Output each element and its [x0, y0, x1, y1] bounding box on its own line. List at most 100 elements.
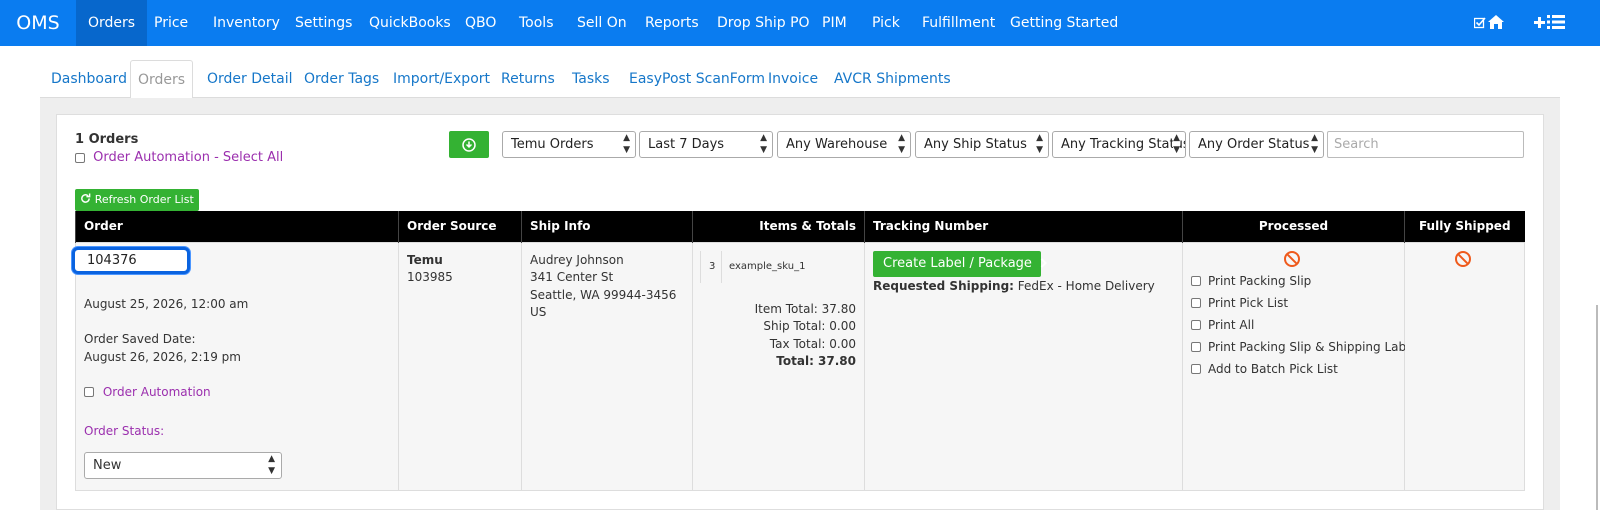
- tracking-status-filter-select[interactable]: Any Tracking Status ▲ ▼: [1052, 131, 1186, 158]
- tab-order-tags[interactable]: Order Tags: [304, 60, 379, 98]
- tab-tasks[interactable]: Tasks: [572, 60, 610, 98]
- order-saved-label: Order Saved Date:: [84, 331, 196, 346]
- tab-import-export[interactable]: Import/Export: [393, 60, 490, 98]
- column-header-items-totals: Items & Totals: [692, 211, 865, 242]
- date-filter-value: Last 7 Days: [648, 137, 725, 152]
- print-packing-slip-label: Print Packing Slip: [1208, 273, 1312, 288]
- tab-easypost-scanform[interactable]: EasyPost ScanForm: [629, 60, 765, 98]
- items-totals-cell: 3 example_sku_1 Item Total: 37.80 Ship T…: [692, 241, 865, 491]
- select-all-label[interactable]: Order Automation - Select All: [93, 150, 283, 165]
- tab-invoice[interactable]: Invoice: [768, 60, 818, 98]
- plus-icon[interactable]: [1534, 0, 1545, 46]
- column-header-ship-info: Ship Info: [521, 211, 693, 242]
- print-all-checkbox[interactable]: [1191, 320, 1201, 330]
- print-slip-and-label-checkbox[interactable]: [1191, 342, 1201, 352]
- processed-cell: Print Packing Slip Print Pick List Print…: [1182, 241, 1417, 491]
- chevron-updown-icon: ▲ ▼: [760, 133, 767, 155]
- sub-tabs: Dashboard Orders Order Detail Order Tags…: [40, 60, 1560, 99]
- download-button[interactable]: [449, 131, 489, 158]
- top-navbar: OMS Orders Price Inventory Settings Quic…: [0, 0, 1600, 46]
- requested-shipping-value: FedEx - Home Delivery: [1017, 278, 1155, 293]
- tab-dashboard[interactable]: Dashboard: [51, 60, 127, 98]
- item-sku: example_sku_1: [729, 260, 806, 272]
- print-slip-and-label-option[interactable]: Print Packing Slip & Shipping Label: [1191, 340, 1417, 354]
- nav-tools[interactable]: Tools: [519, 0, 554, 46]
- nav-price[interactable]: Price: [154, 0, 188, 46]
- check-square-icon[interactable]: [1473, 0, 1486, 46]
- nav-reports[interactable]: Reports: [645, 0, 699, 46]
- brand-logo[interactable]: OMS: [0, 0, 76, 46]
- nav-inventory[interactable]: Inventory: [213, 0, 280, 46]
- ship-info-cell: Audrey Johnson 341 Center St Seattle, WA…: [521, 241, 693, 491]
- nav-getting-started[interactable]: Getting Started: [1010, 0, 1118, 46]
- tracking-cell: Create Label / Package Requested Shippin…: [864, 241, 1183, 491]
- nav-pick[interactable]: Pick: [872, 0, 900, 46]
- search-input[interactable]: Search: [1327, 131, 1524, 158]
- nav-sell-on[interactable]: Sell On: [577, 0, 627, 46]
- add-to-batch-pick-list-label: Add to Batch Pick List: [1208, 361, 1338, 376]
- chevron-updown-icon: ▲ ▼: [1036, 133, 1043, 155]
- chevron-updown-icon: ▲ ▼: [1173, 132, 1180, 156]
- tab-order-detail[interactable]: Order Detail: [207, 60, 292, 98]
- requested-shipping-label: Requested Shipping:: [873, 278, 1014, 293]
- not-processed-icon: [1284, 250, 1300, 267]
- order-status-label: Order Status:: [84, 423, 165, 438]
- ship-country: US: [530, 304, 547, 319]
- nav-fulfillment[interactable]: Fulfillment: [922, 0, 995, 46]
- order-count: 1 Orders: [75, 132, 139, 147]
- orders-table: Order Order Source Ship Info Items & Tot…: [72, 211, 1525, 491]
- nav-pim[interactable]: PIM: [822, 0, 847, 46]
- order-automation-label[interactable]: Order Automation: [103, 385, 211, 399]
- column-header-order-source: Order Source: [398, 211, 522, 242]
- nav-drop-ship-po[interactable]: Drop Ship PO: [717, 0, 810, 46]
- nav-quickbooks[interactable]: QuickBooks: [369, 0, 451, 46]
- order-status-select[interactable]: New ▲ ▼: [84, 451, 282, 479]
- order-automation-toggle[interactable]: Order Automation: [84, 385, 211, 399]
- add-to-batch-pick-list-option[interactable]: Add to Batch Pick List: [1191, 362, 1338, 376]
- print-all-label: Print All: [1208, 317, 1255, 332]
- create-label-button[interactable]: Create Label / Package: [873, 250, 1047, 277]
- source-filter-select[interactable]: Temu Orders ▲ ▼: [502, 131, 636, 158]
- print-packing-slip-checkbox[interactable]: [1191, 276, 1201, 286]
- order-automation-select-all[interactable]: Order Automation - Select All: [75, 150, 283, 165]
- print-packing-slip-option[interactable]: Print Packing Slip: [1191, 274, 1311, 288]
- chevron-updown-icon: ▲ ▼: [1311, 133, 1318, 155]
- order-status-filter-select[interactable]: Any Order Status ▲ ▼: [1189, 131, 1324, 158]
- order-number-input[interactable]: 104376: [72, 246, 190, 274]
- chevron-updown-icon: ▲ ▼: [898, 133, 905, 155]
- warehouse-filter-select[interactable]: Any Warehouse ▲ ▼: [777, 131, 911, 158]
- ship-status-filter-select[interactable]: Any Ship Status ▲ ▼: [915, 131, 1049, 158]
- column-header-tracking-number: Tracking Number: [864, 211, 1183, 242]
- nav-qbo[interactable]: QBO: [465, 0, 496, 46]
- ship-street: 341 Center St: [530, 269, 614, 284]
- tab-avcr-shipments[interactable]: AVCR Shipments: [834, 60, 951, 98]
- chevron-right-icon: [1040, 257, 1047, 268]
- print-pick-list-option[interactable]: Print Pick List: [1191, 296, 1288, 310]
- print-slip-and-label-label: Print Packing Slip & Shipping Label: [1208, 339, 1417, 354]
- order-status-value: New: [93, 457, 122, 473]
- refresh-icon: [81, 193, 91, 203]
- refresh-order-list-button[interactable]: Refresh Order List: [75, 189, 199, 211]
- refresh-label: Refresh Order List: [94, 193, 194, 206]
- source-name: Temu: [407, 252, 443, 267]
- list-icon[interactable]: [1547, 0, 1565, 46]
- home-icon[interactable]: [1488, 0, 1504, 46]
- download-icon: [462, 138, 476, 152]
- tab-returns[interactable]: Returns: [501, 60, 555, 98]
- scrollbar[interactable]: [1596, 305, 1598, 510]
- tax-total: Tax Total: 0.00: [769, 336, 856, 351]
- print-pick-list-checkbox[interactable]: [1191, 298, 1201, 308]
- add-to-batch-pick-list-checkbox[interactable]: [1191, 364, 1201, 374]
- nav-settings[interactable]: Settings: [295, 0, 352, 46]
- select-all-checkbox[interactable]: [75, 152, 85, 163]
- not-shipped-icon: [1455, 250, 1471, 267]
- tab-orders[interactable]: Orders: [130, 60, 193, 99]
- ship-name: Audrey Johnson: [530, 252, 624, 267]
- order-automation-checkbox[interactable]: [84, 387, 94, 397]
- date-filter-select[interactable]: Last 7 Days ▲ ▼: [639, 131, 773, 158]
- source-id: 103985: [407, 269, 453, 284]
- nav-orders[interactable]: Orders: [76, 0, 148, 46]
- warehouse-filter-value: Any Warehouse: [786, 137, 888, 152]
- item-total: Item Total: 37.80: [754, 301, 856, 316]
- print-all-option[interactable]: Print All: [1191, 318, 1254, 332]
